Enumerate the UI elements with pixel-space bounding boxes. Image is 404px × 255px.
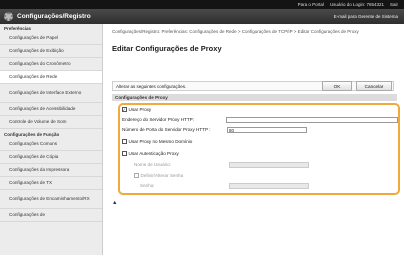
use-proxy-checkbox[interactable]: ✓	[122, 107, 127, 112]
ok-button[interactable]: OK	[322, 81, 352, 91]
sidebar-section-function: Configurações de Função	[4, 132, 60, 137]
login-user-text: Usuário do Login: 7654321	[329, 2, 384, 7]
sidebar-item-timer[interactable]: Configurações do Cronômetro	[0, 58, 102, 71]
use-proxy-label: Usar Proxy	[128, 107, 152, 112]
sidebar-item-external-interface[interactable]: Configurações de Interface Externo	[0, 84, 102, 103]
username-input[interactable]	[229, 162, 309, 168]
app-title: Configurações/Registro	[17, 13, 91, 20]
breadcrumb: Configurações/Registro: Preferências: Co…	[112, 29, 359, 34]
sidebar-fade	[0, 235, 102, 255]
use-auth-checkbox[interactable]	[122, 151, 127, 156]
sidebar-item-common[interactable]: Configurações Comuns	[0, 138, 102, 151]
port-label: Número de Porta do Servidor Proxy HTTP :	[122, 127, 211, 132]
sidebar-item-accessibility[interactable]: Configurações de Acessibilidade	[0, 103, 102, 116]
admin-mail-link[interactable]: E-mail para Gerente de Sistema	[334, 14, 398, 19]
title-bar: Configurações/Registro E-mail para Geren…	[0, 9, 404, 24]
sidebar-item-tx[interactable]: Configurações de TX	[0, 177, 102, 190]
logout-link[interactable]: Sair	[390, 2, 398, 7]
proxy-section-header: Configurações de Proxy	[112, 94, 397, 101]
http-proxy-label: Endereço do Servidor Proxy HTTP:	[122, 117, 194, 122]
sidebar-item-network[interactable]: Configurações de Rede	[0, 71, 102, 84]
password-input[interactable]	[229, 183, 309, 189]
sidebar-item-paper[interactable]: Configurações de Papel	[0, 32, 102, 45]
portal-link[interactable]: Para o Portal	[298, 2, 324, 7]
sidebar-item-copy[interactable]: Configurações de Cópia	[0, 151, 102, 164]
hint-text: Alterar as seguintes configurações.	[116, 83, 187, 89]
cancel-button[interactable]: Cancelar	[356, 81, 392, 91]
password-label: Senha:	[140, 183, 155, 188]
sidebar-item-sound-volume[interactable]: Controle de Volume de Som	[0, 116, 102, 129]
set-password-label: Definir/Alterar Senha	[140, 173, 184, 178]
sidebar-item-more[interactable]: Configurações de	[0, 209, 102, 222]
port-input[interactable]: 80	[227, 127, 307, 133]
set-password-row: Definir/Alterar Senha	[134, 173, 183, 178]
port-row: Número de Porta do Servidor Proxy HTTP :	[122, 127, 211, 132]
use-proxy-row: ✓ Usar Proxy	[122, 107, 151, 112]
same-domain-checkbox[interactable]	[122, 139, 127, 144]
set-password-checkbox[interactable]	[134, 173, 139, 178]
same-domain-row: Usar Proxy no Mesmo Domínio	[122, 139, 192, 144]
username-label: Nome de Usuário:	[134, 162, 172, 167]
gear-icon	[4, 12, 13, 21]
sidebar-section-preferences: Preferências	[4, 26, 32, 31]
main-content: Configurações/Registro: Preferências: Co…	[108, 24, 404, 255]
page-title: Editar Configurações de Proxy	[112, 44, 222, 53]
sidebar-item-display[interactable]: Configurações de Exibição	[0, 45, 102, 58]
sidebar-item-forwarding-rx[interactable]: Configurações de Encaminhamento/RX	[0, 190, 102, 209]
same-domain-label: Usar Proxy no Mesmo Domínio	[128, 139, 193, 144]
http-proxy-input[interactable]	[226, 117, 398, 123]
sidebar: Preferências Configurações de Papel Conf…	[0, 24, 103, 255]
http-proxy-row: Endereço do Servidor Proxy HTTP:	[122, 117, 194, 122]
sidebar-item-printer[interactable]: Configurações da Impressora	[0, 164, 102, 177]
use-auth-label: Usar Autenticação Proxy	[128, 151, 179, 156]
password-row: Senha:	[140, 183, 155, 188]
scroll-top-icon[interactable]: ▲	[112, 200, 117, 206]
top-bar: Para o Portal Usuário do Login: 7654321 …	[0, 0, 404, 9]
username-row: Nome de Usuário:	[134, 162, 171, 167]
use-auth-row: Usar Autenticação Proxy	[122, 151, 179, 156]
